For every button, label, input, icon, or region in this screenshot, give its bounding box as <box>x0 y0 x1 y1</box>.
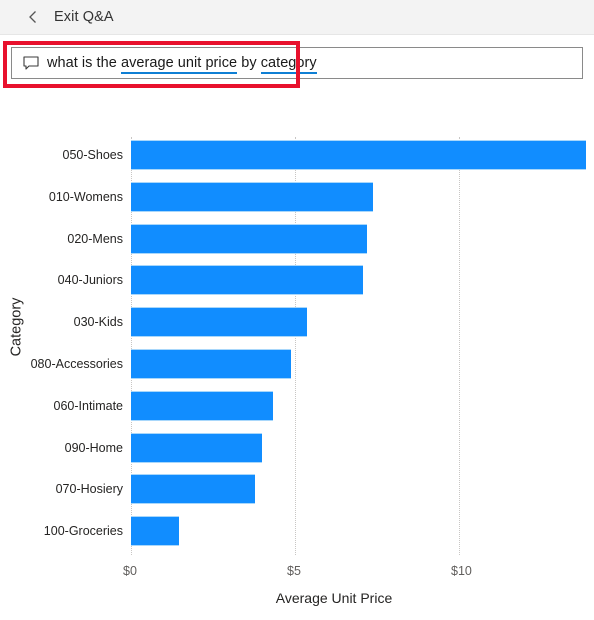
y-axis-tick-label: 050-Shoes <box>62 148 123 162</box>
qna-question-input[interactable]: what is the average unit price by catego… <box>11 47 583 79</box>
bar[interactable] <box>131 140 586 170</box>
bar[interactable] <box>131 265 363 296</box>
x-axis-title: Average Unit Price <box>275 590 393 606</box>
qna-header-bar: Exit Q&A <box>0 0 594 35</box>
bar-row <box>131 432 262 463</box>
qna-input-row: what is the average unit price by catego… <box>0 36 594 91</box>
y-axis-tick-labels: 050-Shoes 010-Womens 020-Mens 040-Juniors 03… <box>13 137 123 555</box>
bar-row <box>131 307 307 338</box>
bar-row <box>131 474 255 505</box>
y-axis-tick-label: 080-Accessories <box>30 357 123 371</box>
y-axis-tick-label: 010-Womens <box>48 189 123 204</box>
bar-row <box>131 223 367 254</box>
bar[interactable] <box>131 181 373 212</box>
bar-row <box>131 181 373 212</box>
y-axis-tick-label: 090-Home <box>64 440 123 455</box>
y-axis-tick-label: 030-Kids <box>73 315 123 330</box>
bar[interactable] <box>131 349 291 379</box>
gridline <box>459 137 460 555</box>
qna-question-text: what is the average unit price by catego… <box>47 55 317 74</box>
bar[interactable] <box>131 390 273 421</box>
bar[interactable] <box>131 223 367 254</box>
qna-seg-3: category <box>260 55 317 74</box>
bar-row <box>131 140 586 170</box>
exit-qna-label[interactable]: Exit Q&A <box>54 9 114 25</box>
y-axis-tick-label: 020-Mens <box>67 231 123 246</box>
x-axis-tick-label: $10 <box>451 564 472 578</box>
bar-row <box>131 516 179 547</box>
qna-seg-2: by <box>237 55 261 71</box>
y-axis-tick-label: 040-Juniors <box>57 273 123 288</box>
x-axis-tick-label: $5 <box>287 564 301 578</box>
bar[interactable] <box>131 474 255 505</box>
y-axis-tick-label: 060-Intimate <box>53 398 123 413</box>
chevron-left-icon[interactable] <box>26 10 40 24</box>
x-axis-tick-label: $0 <box>123 564 137 578</box>
bar[interactable] <box>131 516 179 547</box>
bar-row <box>131 265 363 296</box>
y-axis-tick-label: 100-Groceries <box>43 524 123 539</box>
y-axis-tick-label: 070-Hosiery <box>55 482 123 497</box>
bar-row <box>131 349 291 379</box>
qna-seg-1: average unit price <box>120 55 238 74</box>
plot-area <box>131 137 586 555</box>
bar-row <box>131 390 273 421</box>
bar-chart: Category 050-Shoes 010-Womens 020-Mens 040-… <box>0 92 594 620</box>
qna-seg-0: what is the <box>47 55 121 71</box>
speech-bubble-icon <box>23 55 39 71</box>
bar[interactable] <box>131 307 307 338</box>
bar[interactable] <box>131 432 262 463</box>
